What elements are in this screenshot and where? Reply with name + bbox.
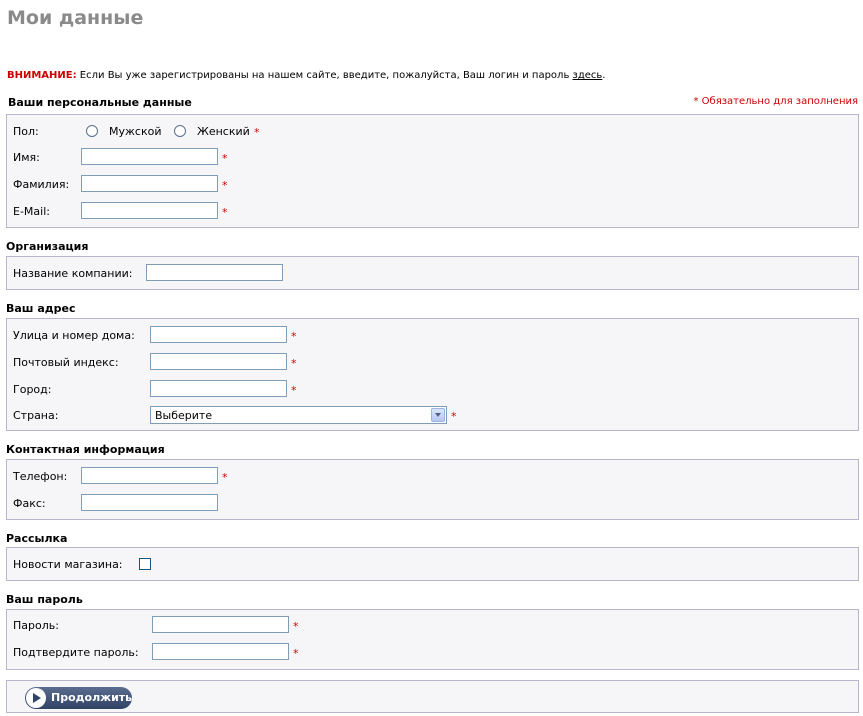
firstname-row: Имя: *	[13, 148, 313, 168]
continue-label: Продолжить	[51, 691, 133, 704]
news-row: Новости магазина:	[13, 555, 313, 575]
country-select-value: Выберите	[155, 409, 213, 422]
gender-female-radio[interactable]	[174, 125, 186, 137]
password-input[interactable]	[152, 616, 289, 633]
gender-male-label[interactable]: Мужской	[109, 125, 161, 138]
gender-female-label[interactable]: Женский	[197, 125, 250, 138]
password-label: Пароль:	[13, 619, 59, 632]
email-input[interactable]	[81, 202, 218, 219]
required-star: *	[291, 330, 297, 343]
required-star: *	[222, 471, 228, 484]
phone-row: Телефон: *	[13, 467, 313, 487]
contact-box: Телефон: * Факс:	[6, 459, 859, 520]
page-title: Мои данные	[7, 7, 144, 29]
login-notice: ВНИМАНИЕ: Если Вы уже зарегистрированы н…	[7, 70, 605, 81]
notice-end: .	[602, 70, 606, 81]
firstname-input[interactable]	[81, 148, 218, 165]
password-box: Пароль: * Подтвердите пароль: *	[6, 609, 859, 670]
news-checkbox[interactable]	[139, 558, 151, 570]
lastname-label: Фамилия:	[13, 178, 70, 191]
required-star: *	[291, 357, 297, 370]
city-input[interactable]	[150, 380, 287, 397]
continue-button[interactable]: Продолжить	[25, 687, 132, 709]
street-input[interactable]	[150, 326, 287, 343]
city-label: Город:	[13, 383, 52, 396]
gender-row: Пол: Мужской Женский *	[13, 122, 313, 142]
newsletter-section-title: Рассылка	[6, 532, 68, 545]
required-star: *	[291, 384, 297, 397]
country-label: Страна:	[13, 409, 59, 422]
company-row: Название компании:	[13, 264, 313, 284]
confirm-password-input[interactable]	[152, 643, 289, 660]
required-star: *	[222, 206, 228, 219]
fax-input[interactable]	[81, 494, 218, 511]
lastname-row: Фамилия: *	[13, 175, 313, 195]
login-link[interactable]: здесь	[573, 70, 603, 81]
company-name-input[interactable]	[146, 264, 283, 281]
postcode-label: Почтовый индекс:	[13, 356, 119, 369]
actions-box: Продолжить	[6, 680, 859, 713]
required-star: *	[293, 620, 299, 633]
notice-text: Если Вы уже зарегистрированы на нашем са…	[76, 70, 573, 81]
notice-warning: ВНИМАНИЕ:	[7, 70, 77, 81]
street-row: Улица и номер дома: *	[13, 326, 313, 346]
firstname-label: Имя:	[13, 151, 40, 164]
street-label: Улица и номер дома:	[13, 329, 135, 342]
personal-section-title: Ваши персональные данные	[8, 96, 192, 109]
country-row: Страна: Выберите *	[13, 406, 473, 426]
fax-label: Факс:	[13, 497, 46, 510]
phone-label: Телефон:	[13, 470, 68, 483]
email-label: E-Mail:	[13, 205, 50, 218]
gender-label: Пол:	[13, 125, 39, 138]
gender-male-radio[interactable]	[86, 125, 98, 137]
arrow-right-icon	[26, 688, 46, 708]
city-row: Город: *	[13, 380, 313, 400]
required-star: *	[222, 179, 228, 192]
address-section-title: Ваш адрес	[6, 302, 76, 315]
chevron-down-icon[interactable]	[431, 408, 445, 422]
company-box: Название компании:	[6, 256, 859, 290]
fax-row: Факс:	[13, 494, 313, 514]
required-star: *	[451, 410, 457, 423]
required-star: *	[293, 647, 299, 660]
postcode-input[interactable]	[150, 353, 287, 370]
password-row: Пароль: *	[13, 616, 313, 636]
news-label: Новости магазина:	[13, 558, 123, 571]
postcode-row: Почтовый индекс: *	[13, 353, 313, 373]
email-row: E-Mail: *	[13, 202, 313, 222]
company-name-label: Название компании:	[13, 267, 133, 280]
company-section-title: Организация	[6, 240, 89, 253]
country-select[interactable]: Выберите	[150, 406, 447, 424]
phone-input[interactable]	[81, 467, 218, 484]
password-section-title: Ваш пароль	[6, 593, 83, 606]
required-star: *	[254, 126, 260, 139]
newsletter-box: Новости магазина:	[6, 547, 859, 581]
address-box: Улица и номер дома: * Почтовый индекс: *…	[6, 318, 859, 431]
personal-box: Пол: Мужской Женский * Имя: * Фамилия: *…	[6, 114, 859, 228]
confirm-password-label: Подтвердите пароль:	[13, 646, 139, 659]
lastname-input[interactable]	[81, 175, 218, 192]
required-star: *	[222, 152, 228, 165]
confirm-row: Подтвердите пароль: *	[13, 643, 313, 663]
contact-section-title: Контактная информация	[6, 443, 165, 456]
required-note: * Обязательно для заполнения	[693, 96, 858, 107]
